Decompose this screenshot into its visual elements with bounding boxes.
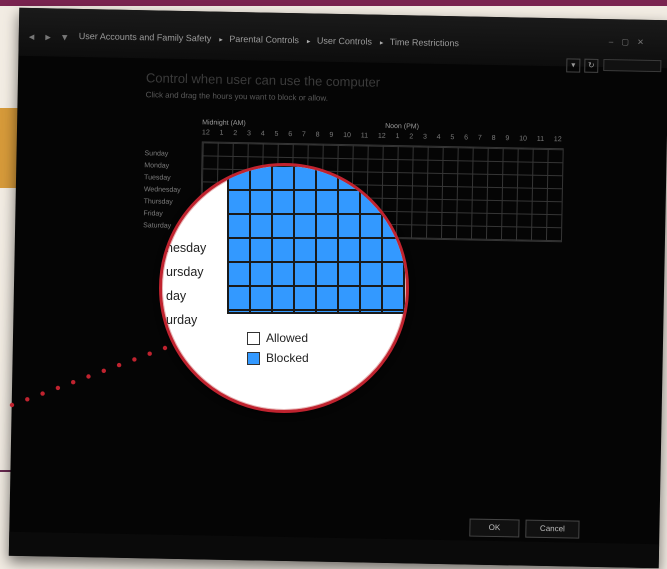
legend-blocked-label: Blocked [266,351,309,365]
hour-label: 8 [491,134,496,142]
hour-label: 6 [288,130,293,139]
hour-label: 7 [477,134,482,142]
breadcrumb-time-restrictions[interactable]: Time Restrictions [390,37,459,48]
magnifier-callout: ay nesday ursday day urday Allowed Blocked [159,163,409,413]
hour-label: 2 [409,133,414,141]
hour-label: 11 [536,135,545,143]
hour-label: 4 [260,130,265,138]
refresh-icon[interactable]: ↻ [584,58,599,73]
nav-buttons[interactable]: ◂ ▸ ▾ [29,30,72,44]
hour-label: 6 [464,134,469,142]
chevron-down-icon[interactable]: ▾ [566,58,581,73]
magnified-day-label: nesday [166,241,207,255]
ok-button[interactable]: OK [469,518,520,538]
magnified-day-label: ursday [166,265,204,279]
legend-allowed-label: Allowed [266,331,309,345]
hour-label: 1 [395,133,400,141]
noon-label: Noon (PM) [385,122,420,131]
blocked-hours-grid [227,166,405,314]
legend-blocked: Blocked [247,348,309,368]
hour-label: 12 [377,132,386,140]
hour-label: 4 [436,133,441,141]
hour-label: 1 [219,129,224,137]
hour-label: 10 [343,132,352,140]
legend: Allowed Blocked [247,328,309,368]
page-title: Control when user can use the computer [145,70,381,90]
breadcrumb-user-controls[interactable]: User Controls [317,36,372,47]
legend-allowed: Allowed [247,328,309,348]
day-label: Thursday [143,198,173,206]
day-label: Monday [144,162,170,170]
hour-label: 10 [519,135,527,143]
blocked-swatch [247,351,260,365]
hour-label: 8 [315,131,320,139]
hour-label: 3 [246,130,252,138]
chevron-right-icon: ▸ [219,36,223,44]
hour-label: 2 [233,129,238,138]
hour-label: 12 [201,129,210,137]
search-input[interactable] [603,59,662,73]
breadcrumb: User Accounts and Family Safety ▸ Parenta… [79,31,463,48]
chevron-right-icon: ▸ [379,39,384,47]
chevron-right-icon: ▸ [306,38,311,46]
day-label: Sunday [144,150,169,158]
hour-label: 9 [505,135,510,143]
breadcrumb-user-accounts[interactable]: User Accounts and Family Safety [79,31,212,44]
hour-label: 11 [360,132,369,140]
magnified-day-label: ay [166,217,180,231]
hour-label: 3 [422,133,427,141]
instructions-text: Click and drag the hours you want to blo… [145,90,329,103]
allowed-swatch [247,331,260,345]
magnified-day-label: day [166,289,187,303]
day-label: Wednesday [143,186,181,194]
breadcrumb-parental-controls[interactable]: Parental Controls [229,34,299,45]
cancel-button[interactable]: Cancel [525,519,580,539]
hour-label: 9 [329,131,334,139]
day-label: Tuesday [144,174,171,182]
midnight-label: Midnight (AM) [202,119,246,128]
magnified-day-labels: ay nesday ursday day urday [166,212,206,332]
hour-header: 12 1 2 3 4 5 6 7 8 9 10 11 12 1 2 3 4 5 6 7 8 9 10 11 12 [202,129,562,143]
hour-label: 12 [553,136,562,144]
page-top-rule [0,0,667,6]
hour-label: 5 [274,130,279,138]
magnified-day-label: urday [166,313,198,327]
hour-label: 7 [301,131,306,139]
window-controls[interactable]: – ▢ ✕ [609,37,647,47]
hour-label: 5 [450,134,455,142]
